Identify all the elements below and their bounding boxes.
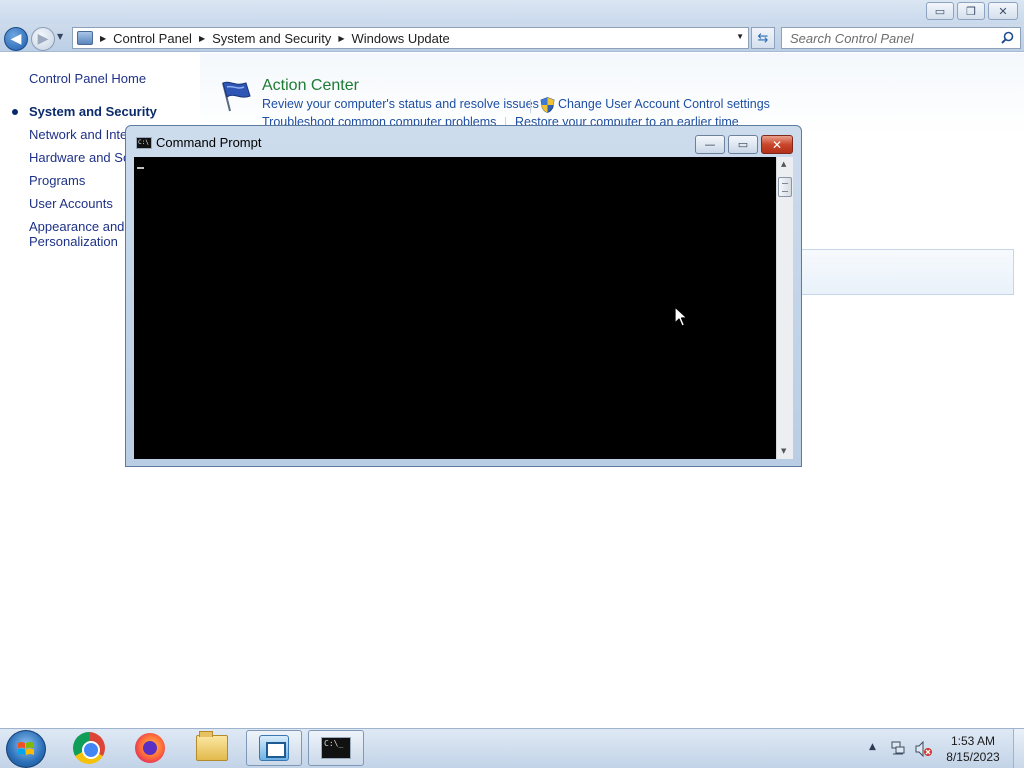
forward-arrow-icon: ▶ [37, 31, 49, 47]
action-center-title[interactable]: Action Center [262, 77, 359, 95]
mouse-pointer-icon [674, 306, 688, 327]
window-restore-button[interactable]: ❐ [957, 2, 985, 20]
forward-button[interactable]: ▶ [31, 27, 55, 51]
address-dropdown-icon[interactable]: ▼ [736, 32, 744, 41]
breadcrumb-control-panel[interactable]: Control Panel [113, 31, 192, 46]
sidebar-item-system-and-security[interactable]: System and Security [29, 104, 157, 119]
search-box[interactable] [781, 27, 1021, 49]
address-bar[interactable]: ▶ Control Panel ▶ System and Security ▶ … [72, 27, 749, 49]
taskbar-control-panel-button[interactable] [246, 730, 302, 766]
window-close-button[interactable]: ✕ [988, 2, 1018, 20]
start-button[interactable] [6, 730, 46, 768]
scroll-down-arrow-icon[interactable]: ▼ [781, 447, 786, 455]
sidebar-item-label: Personalization [29, 234, 118, 249]
search-icon[interactable] [1001, 31, 1014, 44]
scrollbar-thumb[interactable] [778, 177, 792, 197]
sidebar-item-programs[interactable]: Programs [29, 173, 85, 188]
taskbar-command-prompt-button[interactable]: C:\_ [308, 730, 364, 766]
system-clock[interactable]: 1:53 AM 8/15/2023 [940, 733, 1006, 765]
breadcrumb-system-and-security[interactable]: System and Security [212, 31, 331, 46]
windows-update-panel [790, 249, 1014, 295]
text-cursor [137, 167, 144, 169]
cmd-maximize-button[interactable]: ▭ [728, 135, 758, 154]
search-input[interactable] [790, 28, 990, 48]
review-status-link[interactable]: Review your computer's status and resolv… [262, 97, 539, 111]
sidebar-item-appearance-and-personalization[interactable]: Appearance and Personalization [29, 219, 124, 249]
sidebar-item-control-panel-home[interactable]: Control Panel Home [29, 71, 146, 86]
scroll-up-arrow-icon[interactable]: ▲ [781, 160, 786, 168]
link-divider [530, 99, 531, 113]
firefox-icon [135, 733, 165, 763]
control-panel-icon [259, 735, 289, 761]
refresh-icon: ⇆ [757, 30, 769, 46]
show-desktop-button[interactable] [1013, 729, 1024, 768]
breadcrumb-separator-icon[interactable]: ▶ [100, 34, 106, 43]
cmd-minimize-button[interactable]: — [695, 135, 725, 154]
network-icon[interactable] [891, 741, 905, 755]
sidebar-item-hardware-and-sound[interactable]: Hardware and Sou [29, 150, 137, 165]
refresh-button[interactable]: ⇆ [751, 27, 775, 49]
change-uac-settings-link[interactable]: Change User Account Control settings [558, 97, 770, 111]
sidebar-item-network-and-internet[interactable]: Network and Inter [29, 127, 132, 142]
clock-time: 1:53 AM [950, 734, 996, 748]
window-minimize-button[interactable]: ▭ [926, 2, 954, 20]
sidebar-item-user-accounts[interactable]: User Accounts [29, 196, 113, 211]
breadcrumb-separator-icon[interactable]: ▶ [199, 34, 205, 43]
window-titlebar [0, 0, 1024, 24]
action-center-flag-icon [222, 81, 251, 112]
volume-muted-icon[interactable] [915, 741, 933, 757]
uac-shield-icon [540, 97, 555, 113]
command-prompt-title: Command Prompt [156, 135, 262, 150]
taskbar-chrome-button[interactable] [61, 730, 117, 766]
control-panel-icon [77, 31, 93, 45]
recent-pages-dropdown[interactable]: ▼ [57, 32, 69, 44]
windows-logo-icon [18, 742, 34, 755]
taskbar-explorer-button[interactable] [184, 730, 240, 766]
show-hidden-icons-arrow-icon[interactable]: ▲ [869, 742, 876, 752]
command-prompt-icon[interactable]: C:\ [136, 137, 152, 149]
cmd-close-button[interactable]: ✕ [761, 135, 793, 154]
back-arrow-icon: ◀ [10, 31, 22, 47]
sidebar-item-label: Appearance and [29, 219, 125, 234]
chrome-icon [73, 732, 105, 764]
command-prompt-icon: C:\_ [321, 737, 351, 759]
clock-date: 8/15/2023 [946, 750, 1000, 764]
selected-bullet-icon [12, 109, 18, 115]
command-prompt-window[interactable]: C:\ Command Prompt — ▭ ✕ ▲ ▼ [125, 125, 802, 467]
folder-icon [196, 731, 228, 761]
back-button[interactable]: ◀ [4, 27, 28, 51]
taskbar-firefox-button[interactable] [122, 730, 178, 766]
breadcrumb-separator-icon[interactable]: ▶ [338, 34, 344, 43]
vertical-scrollbar[interactable]: ▲ ▼ [776, 157, 793, 459]
breadcrumb-windows-update[interactable]: Windows Update [351, 31, 449, 46]
